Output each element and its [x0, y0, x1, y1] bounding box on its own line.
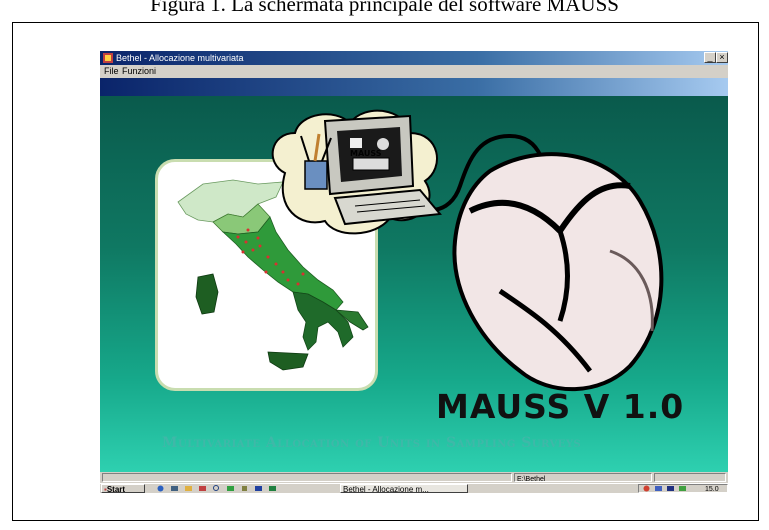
status-bar: E:\Bethel — [100, 472, 728, 483]
system-tray: 15.0 — [638, 484, 728, 493]
status-panel-path: E:\Bethel — [514, 473, 652, 483]
close-button[interactable]: × — [716, 52, 728, 63]
app-icon — [103, 53, 113, 63]
outlook-icon[interactable] — [184, 485, 193, 492]
tray-clock[interactable]: 15.0 — [705, 485, 719, 493]
splash-canvas: MAUSS MAUSS V 1.0 Multivariate Allocatio… — [100, 96, 728, 472]
tray-icon-4[interactable] — [678, 485, 687, 492]
app-quicklaunch-icon[interactable] — [254, 485, 263, 492]
monitor-label: MAUSS — [350, 149, 382, 158]
desktop-icon[interactable] — [170, 485, 179, 492]
tray-icon-2[interactable] — [654, 485, 663, 492]
splash-subtitle: Multivariate Allocation of Units in Samp… — [162, 435, 582, 451]
toolbar-band — [100, 78, 728, 96]
window-title: Bethel - Allocazione multivariata — [116, 53, 244, 63]
menu-bar: File Funzioni — [100, 65, 728, 78]
search-icon[interactable] — [212, 485, 221, 492]
menu-funzioni[interactable]: Funzioni — [122, 65, 156, 78]
start-label: Start — [106, 485, 126, 493]
task-label: Bethel - Allocazione m... — [343, 485, 429, 493]
minimize-button[interactable]: _ — [704, 52, 716, 63]
ie-icon[interactable] — [156, 485, 165, 492]
menu-file[interactable]: File — [104, 65, 119, 78]
mouse-icon — [452, 152, 664, 392]
media-icon[interactable] — [226, 485, 235, 492]
explorer-icon[interactable] — [198, 485, 207, 492]
splash-title: MAUSS V 1.0 — [436, 387, 685, 426]
tool-icon[interactable] — [240, 485, 249, 492]
start-button[interactable]: ▪Start — [101, 484, 145, 493]
tray-icon-3[interactable] — [666, 485, 675, 492]
tray-icon-1[interactable] — [642, 485, 651, 492]
app-window: Bethel - Allocazione multivariata _ × Fi… — [100, 51, 728, 493]
window-titlebar[interactable]: Bethel - Allocazione multivariata _ × — [100, 51, 728, 65]
taskbar-task-bethel[interactable]: Bethel - Allocazione m... — [340, 484, 468, 493]
excel-icon[interactable] — [268, 485, 277, 492]
status-panel-main — [102, 473, 512, 482]
taskbar: ▪Start Bethel - Allocazione m... 15.0 — [100, 483, 728, 493]
figure-caption: Figura 1. La schermata principale del so… — [150, 0, 619, 16]
status-panel-extra — [654, 473, 726, 482]
